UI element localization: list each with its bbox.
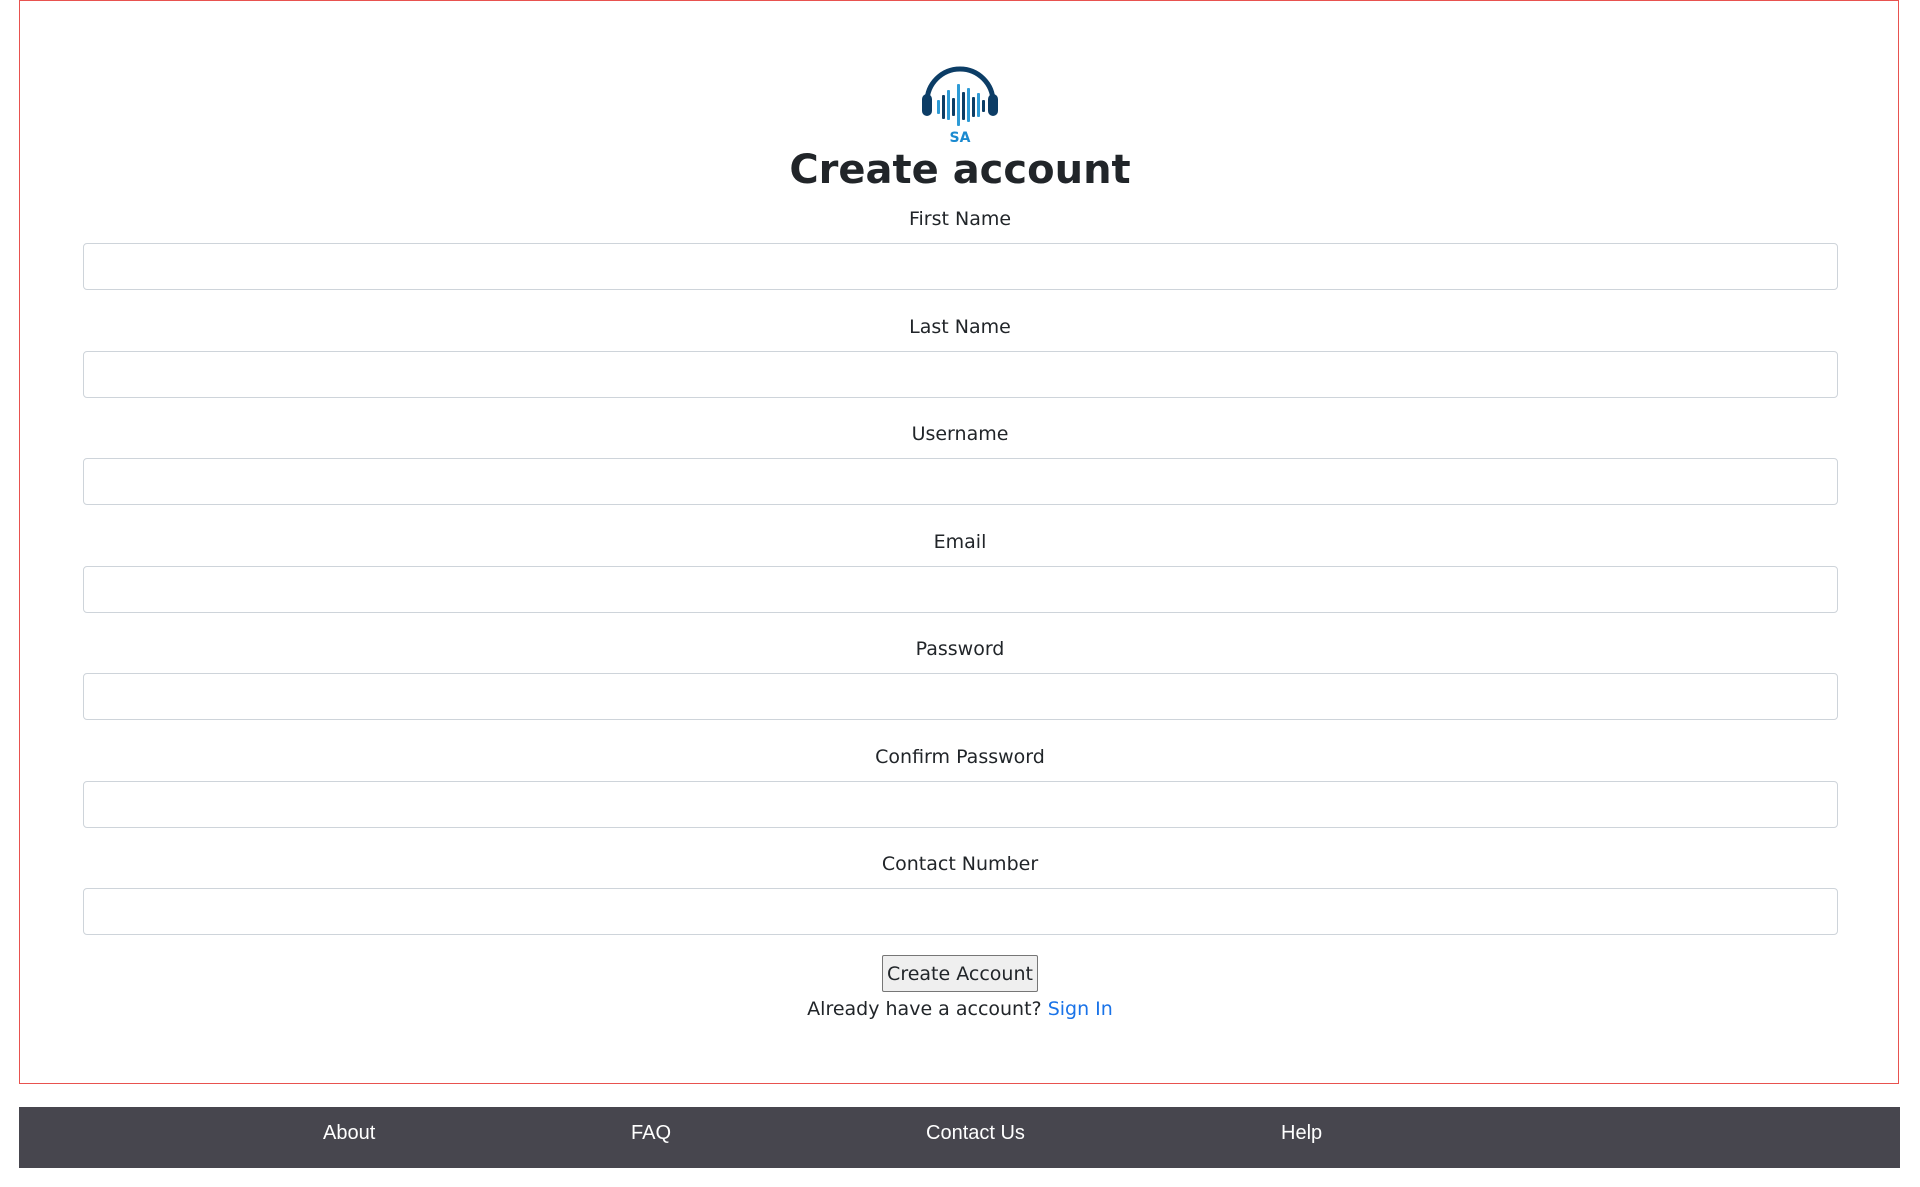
confirm-password-input[interactable] — [83, 781, 1838, 828]
last-name-input[interactable] — [83, 351, 1838, 398]
email-label: Email — [933, 531, 987, 553]
headphones-logo-icon: SA — [922, 66, 998, 144]
first-name-label: First Name — [908, 208, 1012, 230]
footer-bar: About FAQ Contact Us Help — [19, 1107, 1900, 1168]
contact-number-input[interactable] — [83, 888, 1838, 935]
password-input[interactable] — [83, 673, 1838, 720]
sign-in-link[interactable]: Sign In — [1048, 998, 1113, 1020]
username-label: Username — [911, 423, 1009, 445]
footer-link-faq[interactable]: FAQ — [631, 1121, 671, 1145]
last-name-label: Last Name — [909, 316, 1011, 338]
signin-prompt-text: Already have a account? — [807, 998, 1042, 1020]
first-name-input[interactable] — [83, 243, 1838, 290]
create-account-button[interactable]: Create Account — [882, 955, 1038, 992]
password-label: Password — [915, 638, 1005, 660]
signin-prompt-line: Already have a account? Sign In — [0, 996, 1920, 1022]
footer-link-about[interactable]: About — [323, 1121, 375, 1145]
email-input[interactable] — [83, 566, 1838, 613]
footer-link-contact-us[interactable]: Contact Us — [926, 1121, 1025, 1145]
confirm-password-label: Confirm Password — [875, 746, 1045, 768]
footer-link-help[interactable]: Help — [1281, 1121, 1322, 1145]
username-input[interactable] — [83, 458, 1838, 505]
page-title: Create account — [789, 147, 1131, 193]
contact-number-label: Contact Number — [881, 853, 1039, 875]
